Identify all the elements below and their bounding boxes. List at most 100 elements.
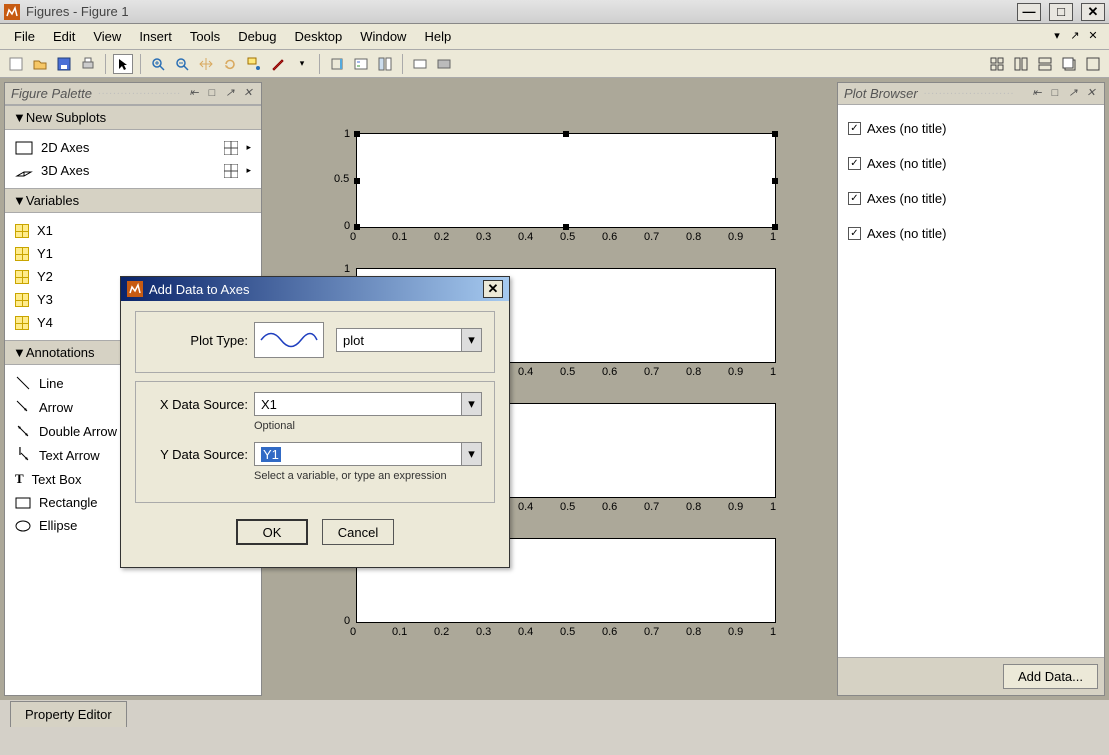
- variable-icon: [15, 270, 29, 284]
- pan-icon[interactable]: [196, 54, 216, 74]
- panel-undock-icon[interactable]: □: [1048, 87, 1062, 101]
- save-icon[interactable]: [54, 54, 74, 74]
- axes-1[interactable]: [356, 133, 776, 228]
- menu-window[interactable]: Window: [352, 26, 414, 47]
- browser-axes-label: Axes (no title): [867, 226, 946, 241]
- zoom-out-icon[interactable]: [172, 54, 192, 74]
- doc-close-icon[interactable]: ✕: [1087, 31, 1099, 43]
- browser-axes-item[interactable]: ✓ Axes (no title): [846, 111, 1096, 146]
- xtick-label: 0.9: [728, 501, 743, 513]
- xtick-label: 0.5: [560, 231, 575, 243]
- plot-type-value: plot: [343, 333, 364, 348]
- grid-picker-icon[interactable]: [224, 164, 238, 178]
- new-subplots-header[interactable]: ▼ New Subplots: [5, 105, 261, 130]
- panel-max-icon[interactable]: ↗: [1066, 87, 1080, 101]
- colorbar-icon[interactable]: [327, 54, 347, 74]
- xtick-label: 0.7: [644, 231, 659, 243]
- browser-axes-item[interactable]: ✓Axes (no title): [846, 146, 1096, 181]
- axes-3d-item[interactable]: 3D Axes ▸: [13, 159, 253, 182]
- maximize-panel-icon[interactable]: [1083, 54, 1103, 74]
- close-button[interactable]: ✕: [1081, 3, 1105, 21]
- xtick-label: 0.2: [434, 231, 449, 243]
- variable-item[interactable]: Y1: [13, 242, 253, 265]
- xtick-label: 0: [350, 626, 356, 638]
- panel-undock-icon[interactable]: □: [205, 87, 219, 101]
- y-data-hint: Select a variable, or type an expression: [254, 470, 482, 482]
- app-icon: [4, 4, 20, 20]
- variable-name: Y1: [37, 246, 53, 261]
- browser-axes-label: Axes (no title): [867, 121, 946, 136]
- xtick-label: 0.7: [644, 501, 659, 513]
- annotations-label: Annotations: [26, 345, 95, 360]
- menu-desktop[interactable]: Desktop: [287, 26, 351, 47]
- chevron-down-icon: ▾: [461, 329, 481, 351]
- maximize-button[interactable]: □: [1049, 3, 1073, 21]
- menu-insert[interactable]: Insert: [131, 26, 180, 47]
- open-icon[interactable]: [30, 54, 50, 74]
- menu-file[interactable]: File: [6, 26, 43, 47]
- variable-item[interactable]: X1: [13, 219, 253, 242]
- xtick-label: 0.4: [518, 626, 533, 638]
- brush-icon[interactable]: [268, 54, 288, 74]
- cancel-button[interactable]: Cancel: [322, 519, 394, 545]
- rotate-icon[interactable]: [220, 54, 240, 74]
- ok-button[interactable]: OK: [236, 519, 308, 545]
- axes-2d-item[interactable]: 2D Axes ▸: [13, 136, 253, 159]
- checkbox-icon[interactable]: ✓: [848, 157, 861, 170]
- panel-max-icon[interactable]: ↗: [223, 87, 237, 101]
- xtick-label: 1: [770, 626, 776, 638]
- grid-picker-icon[interactable]: [224, 141, 238, 155]
- print-icon[interactable]: [78, 54, 98, 74]
- checkbox-icon[interactable]: ✓: [848, 192, 861, 205]
- annotation-label: Text Box: [32, 472, 82, 487]
- tile-2-icon[interactable]: [1011, 54, 1031, 74]
- browser-axes-item[interactable]: ✓ Axes (no title): [846, 216, 1096, 251]
- plot-type-label: Plot Type:: [148, 333, 248, 348]
- annotation-label: Text Arrow: [39, 448, 100, 463]
- checkbox-icon[interactable]: ✓: [848, 122, 861, 135]
- browser-axes-item[interactable]: ✓Axes (no title): [846, 181, 1096, 216]
- link-icon[interactable]: ▾: [292, 54, 312, 74]
- property-editor-tab[interactable]: Property Editor: [10, 701, 127, 727]
- menu-edit[interactable]: Edit: [45, 26, 83, 47]
- x-data-value: X1: [261, 397, 277, 412]
- menu-debug[interactable]: Debug: [230, 26, 284, 47]
- xtick-label: 0.9: [728, 626, 743, 638]
- xtick-label: 0.5: [560, 501, 575, 513]
- panel-close-icon[interactable]: ✕: [1084, 87, 1098, 101]
- panel-dock-icon[interactable]: ⇤: [187, 87, 201, 101]
- minimize-button[interactable]: —: [1017, 3, 1041, 21]
- chevron-down-icon: ▾: [461, 393, 481, 415]
- y-data-dropdown[interactable]: Y1 ▾: [254, 442, 482, 466]
- dialog-app-icon: [127, 281, 143, 297]
- x-data-dropdown[interactable]: X1 ▾: [254, 392, 482, 416]
- layout-icon[interactable]: [375, 54, 395, 74]
- ytick-label: 1: [344, 263, 350, 275]
- doc-minimize-icon[interactable]: ▾: [1051, 31, 1063, 43]
- plot-type-dropdown[interactable]: plot ▾: [336, 328, 482, 352]
- zoom-in-icon[interactable]: [148, 54, 168, 74]
- tile-1-icon[interactable]: [987, 54, 1007, 74]
- add-data-button[interactable]: Add Data...: [1003, 664, 1098, 689]
- pointer-icon[interactable]: [113, 54, 133, 74]
- variables-header[interactable]: ▼ Variables: [5, 188, 261, 213]
- legend-icon[interactable]: [351, 54, 371, 74]
- show-tools-icon[interactable]: [434, 54, 454, 74]
- menu-tools[interactable]: Tools: [182, 26, 228, 47]
- menu-view[interactable]: View: [85, 26, 129, 47]
- menu-help[interactable]: Help: [416, 26, 459, 47]
- tile-3-icon[interactable]: [1035, 54, 1055, 74]
- xtick-label: 0.6: [602, 501, 617, 513]
- dialog-close-button[interactable]: ✕: [483, 280, 503, 298]
- xtick-label: 0.3: [476, 231, 491, 243]
- axes-2d-label: 2D Axes: [41, 140, 216, 155]
- doc-restore-icon[interactable]: ↗: [1069, 31, 1081, 43]
- datatip-icon[interactable]: [244, 54, 264, 74]
- panel-dock-icon[interactable]: ⇤: [1030, 87, 1044, 101]
- hide-tools-icon[interactable]: [410, 54, 430, 74]
- panel-close-icon[interactable]: ✕: [241, 87, 255, 101]
- tile-4-icon[interactable]: [1059, 54, 1079, 74]
- new-figure-icon[interactable]: [6, 54, 26, 74]
- variable-icon: [15, 247, 29, 261]
- checkbox-icon[interactable]: ✓: [848, 227, 861, 240]
